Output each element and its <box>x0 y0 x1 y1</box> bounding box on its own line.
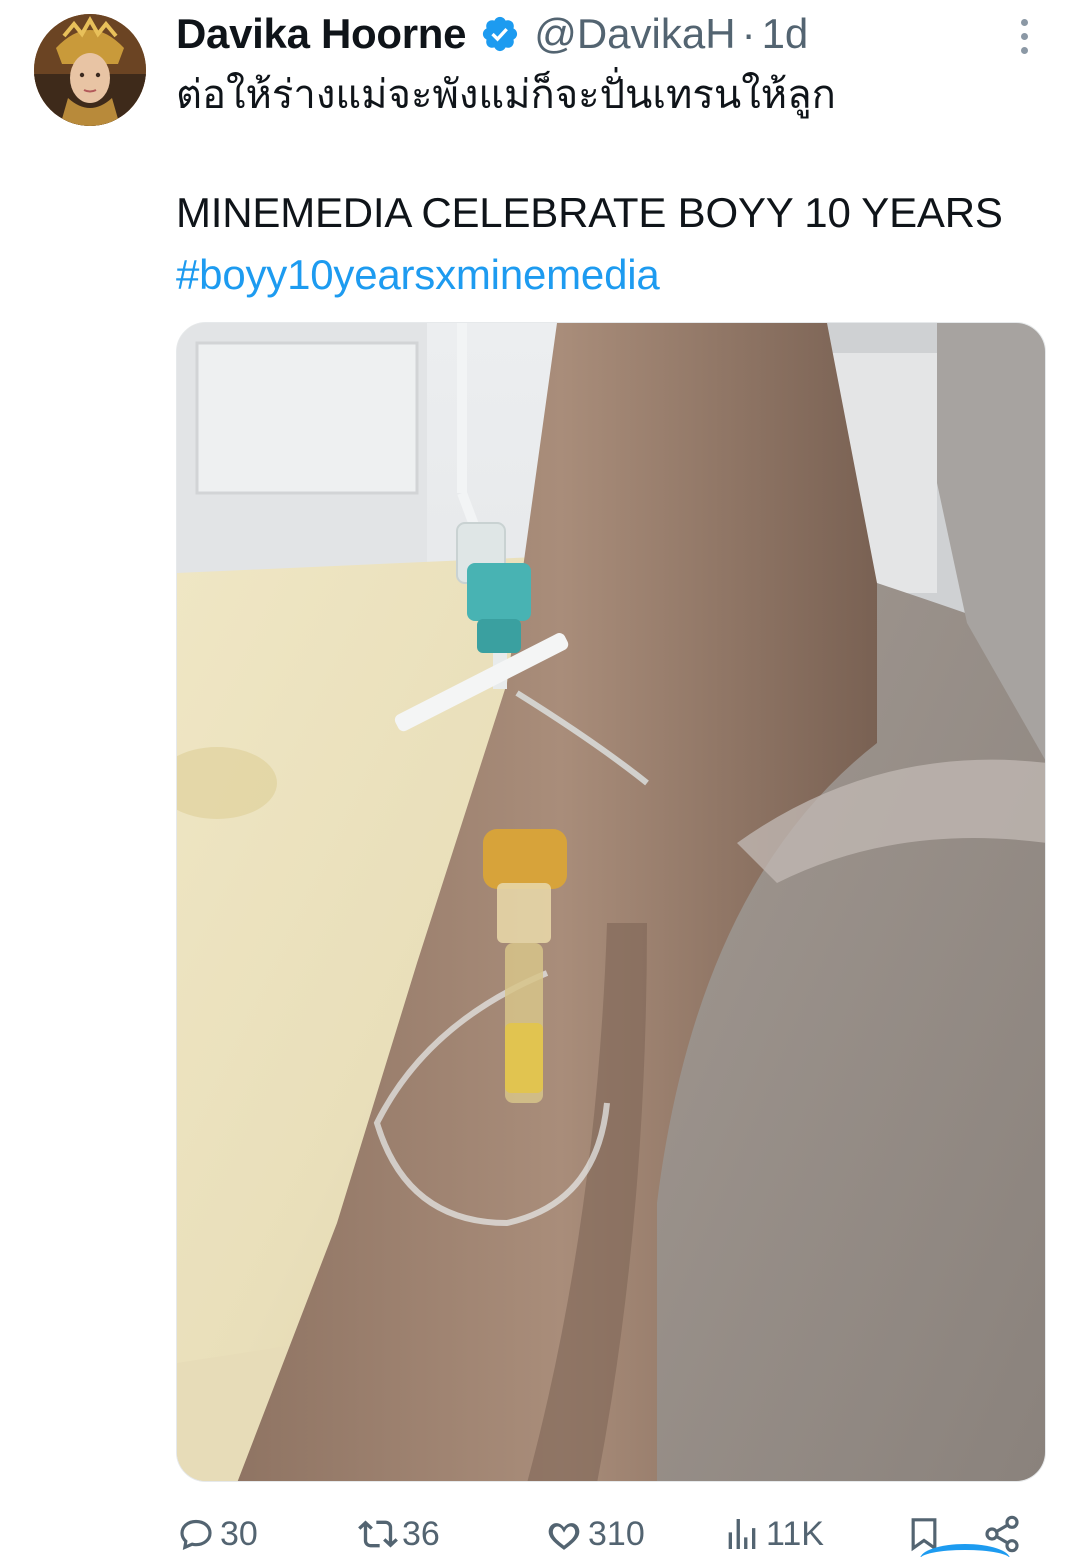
handle[interactable]: @DavikaH <box>534 10 735 58</box>
action-bar: 30 36 310 11K <box>176 1506 1046 1557</box>
timestamp[interactable]: 1d <box>762 10 809 58</box>
tweet-text-line: MINEMEDIA CELEBRATE BOYY 10 YEARS <box>176 189 1003 236</box>
views-icon <box>728 1519 756 1549</box>
reply-button[interactable]: 30 <box>176 1506 258 1557</box>
tweet-text: ต่อให้ร่างแม่จะพังแม่ก็จะปั่นเทรนให้ลูก … <box>176 66 1056 308</box>
hashtag-link[interactable]: #boyy10yearsxminemedia <box>176 246 1056 308</box>
photo-image <box>177 323 1045 1481</box>
retweet-count: 36 <box>402 1514 440 1553</box>
reply-icon <box>180 1519 212 1550</box>
tweet-photo[interactable] <box>176 322 1046 1482</box>
views-count: 11K <box>766 1514 824 1553</box>
like-button[interactable]: 310 <box>544 1506 645 1557</box>
display-name[interactable]: Davika Hoorne <box>176 10 467 58</box>
tweet-header: Davika Hoorne @DavikaH · 1d <box>176 8 808 60</box>
retweet-button[interactable]: 36 <box>358 1506 440 1557</box>
verified-badge-icon <box>480 14 520 54</box>
more-vertical-icon[interactable] <box>1004 16 1044 56</box>
retweet-icon <box>358 1520 398 1548</box>
separator-dot: · <box>741 10 756 57</box>
tweet[interactable]: Davika Hoorne @DavikaH · 1d ต่อให้ร่างแม… <box>0 0 1077 1557</box>
avatar[interactable] <box>34 14 146 126</box>
views-button[interactable]: 11K <box>722 1506 824 1557</box>
avatar-image <box>34 14 146 126</box>
tweet-text-line: ต่อให้ร่างแม่จะพังแม่ก็จะปั่นเทรนให้ลูก <box>176 73 836 117</box>
heart-icon <box>548 1523 580 1550</box>
like-count: 310 <box>588 1514 645 1553</box>
reply-count: 30 <box>220 1514 258 1553</box>
